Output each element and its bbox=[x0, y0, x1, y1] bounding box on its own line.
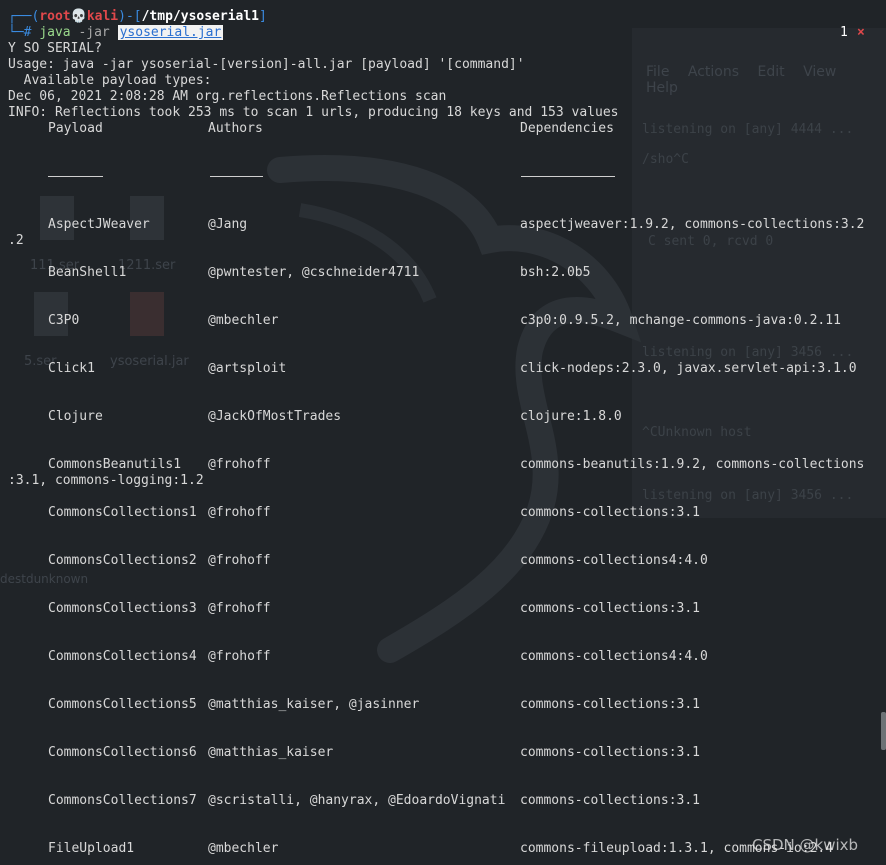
payload-dependencies-wrap: :3.1, commons-logging:1.2 bbox=[8, 473, 204, 488]
payload-authors: @frohoff bbox=[208, 457, 271, 472]
payload-name: FileUpload1 bbox=[48, 841, 135, 856]
payload-dependencies: commons-collections:3.1 bbox=[520, 601, 701, 616]
payload-name: CommonsCollections6 bbox=[48, 745, 197, 760]
prompt-hash: # bbox=[23, 25, 32, 40]
payload-authors: @frohoff bbox=[208, 505, 271, 520]
payload-authors: @JackOfMostTrades bbox=[208, 409, 342, 424]
selected-jar-text[interactable]: ysoserial.jar bbox=[117, 25, 224, 40]
payload-authors: @artsploit bbox=[208, 361, 287, 376]
payload-dependencies: click-nodeps:2.3.0, javax.servlet-api:3.… bbox=[520, 361, 857, 376]
prompt-user: root bbox=[39, 9, 71, 24]
watermark: CSDN @kwixb bbox=[752, 836, 859, 854]
output-line: Y SO SERIAL? bbox=[8, 41, 102, 56]
payload-dependencies: c3p0:0.9.5.2, mchange-commons-java:0.2.1… bbox=[520, 313, 841, 328]
skull-icon: 💀 bbox=[70, 9, 87, 24]
prompt-host: kali bbox=[86, 9, 119, 24]
payload-name: CommonsCollections5 bbox=[48, 697, 197, 712]
payload-name: Click1 bbox=[48, 361, 95, 376]
payload-dependencies: commons-collections:3.1 bbox=[520, 697, 701, 712]
payload-name: AspectJWeaver bbox=[48, 217, 150, 232]
payload-dependencies: commons-collections:3.1 bbox=[520, 793, 701, 808]
payload-name: CommonsCollections2 bbox=[48, 553, 197, 568]
payload-name: C3P0 bbox=[48, 313, 80, 328]
payload-authors: @scristalli, @hanyrax, @EdoardoVignati bbox=[208, 793, 506, 808]
payload-dependencies-wrap: .2 bbox=[8, 233, 24, 248]
header-underline bbox=[521, 176, 615, 177]
payload-name: CommonsCollections1 bbox=[48, 505, 197, 520]
payload-name: Clojure bbox=[48, 409, 103, 424]
prompt-line: ┌──(root💀kali)-[/tmp/ysoserial1] bbox=[8, 9, 267, 24]
payload-name: BeanShell1 bbox=[48, 265, 127, 280]
payload-dependencies: commons-collections4:4.0 bbox=[520, 553, 708, 568]
prompt-path: /tmp/ysoserial1 bbox=[141, 9, 260, 24]
output-line: Available payload types: bbox=[8, 73, 212, 88]
scrollbar-thumb[interactable] bbox=[881, 712, 886, 750]
payload-dependencies: commons-collections4:4.0 bbox=[520, 649, 708, 664]
payload-authors: @frohoff bbox=[208, 553, 271, 568]
column-header-payload: Payload bbox=[48, 121, 103, 136]
payload-authors: @frohoff bbox=[208, 601, 271, 616]
payload-authors: @Jang bbox=[208, 217, 248, 232]
payload-name: CommonsCollections3 bbox=[48, 601, 197, 616]
command-java: java bbox=[39, 25, 71, 40]
payload-dependencies: aspectjweaver:1.9.2, commons-collections… bbox=[520, 217, 865, 232]
output-line: Dec 06, 2021 2:08:28 AM org.reflections.… bbox=[8, 89, 447, 104]
payload-dependencies: commons-beanutils:1.9.2, commons-collect… bbox=[520, 457, 865, 472]
output-line: Usage: java -jar ysoserial-[version]-all… bbox=[8, 57, 525, 72]
payload-authors: @frohoff bbox=[208, 649, 271, 664]
payload-name: CommonsCollections4 bbox=[48, 649, 197, 664]
payload-dependencies: bsh:2.0b5 bbox=[520, 265, 591, 280]
command-args: -jar bbox=[78, 25, 110, 40]
close-icon[interactable]: × bbox=[857, 25, 865, 41]
payload-authors: @mbechler bbox=[208, 841, 279, 856]
column-header-authors: Authors bbox=[208, 121, 263, 136]
header-underline bbox=[48, 176, 103, 177]
tab-number: 1 bbox=[840, 25, 848, 40]
payload-dependencies: commons-collections:3.1 bbox=[520, 505, 701, 520]
payload-dependencies: commons-collections:3.1 bbox=[520, 745, 701, 760]
payload-dependencies: clojure:1.8.0 bbox=[520, 409, 622, 424]
command-line[interactable]: └─# java -jar ysoserial.jar bbox=[8, 25, 224, 41]
payload-authors: @matthias_kaiser, @jasinner bbox=[208, 697, 420, 712]
payload-authors: @matthias_kaiser bbox=[208, 745, 334, 760]
payload-name: CommonsCollections7 bbox=[48, 793, 197, 808]
output-line: INFO: Reflections took 253 ms to scan 1 … bbox=[8, 105, 619, 120]
header-underline bbox=[210, 176, 263, 177]
payload-authors: @pwntester, @cschneider4711 bbox=[208, 265, 420, 280]
terminal-output[interactable]: ┌──(root💀kali)-[/tmp/ysoserial1] └─# jav… bbox=[0, 0, 886, 865]
payload-authors: @mbechler bbox=[208, 313, 279, 328]
payload-name: CommonsBeanutils1 bbox=[48, 457, 182, 472]
column-header-dependencies: Dependencies bbox=[520, 121, 614, 136]
